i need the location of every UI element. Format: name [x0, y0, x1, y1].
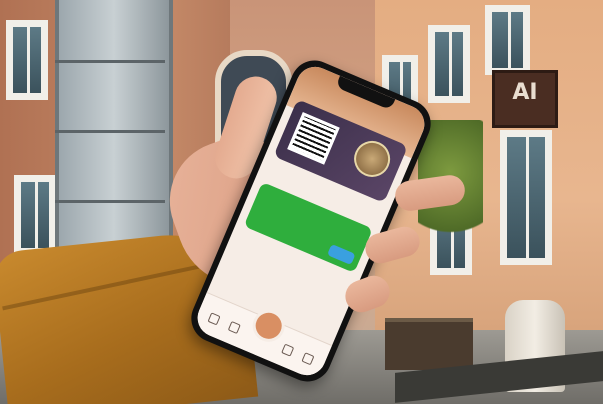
- photo-scene: AI: [0, 0, 603, 404]
- lower-window-left: [14, 175, 56, 255]
- window: [428, 25, 470, 103]
- blue-button: [327, 243, 356, 266]
- tab-icon: [301, 352, 315, 366]
- panel-text: [268, 195, 342, 226]
- sign-lettering: AI: [512, 80, 538, 105]
- portrait-medallion: [348, 135, 396, 183]
- window: [485, 5, 530, 75]
- qr-code: [287, 112, 340, 165]
- glass-divider: [55, 200, 165, 203]
- tab-icon: [207, 312, 221, 326]
- window: [500, 130, 552, 265]
- tab-icon: [227, 320, 241, 335]
- green-info-panel: [243, 181, 373, 273]
- center-action-icon: [247, 304, 290, 347]
- glass-divider: [55, 60, 165, 63]
- glass-divider: [55, 130, 165, 133]
- arched-window-left: [6, 20, 48, 100]
- tab-icon: [281, 343, 295, 357]
- planter: [385, 318, 473, 370]
